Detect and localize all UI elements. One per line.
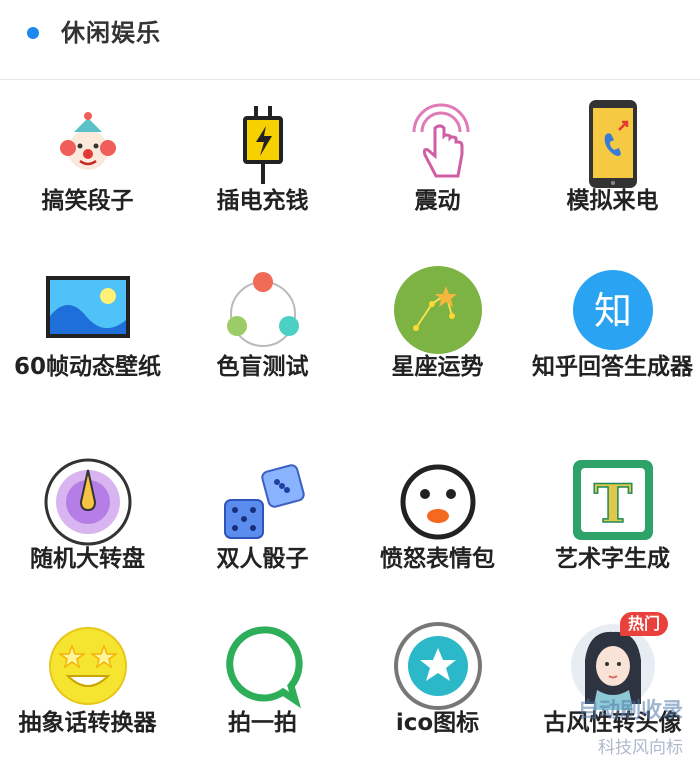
tile-label: 双人骰子 xyxy=(216,546,309,572)
tile-label: 色盲测试 xyxy=(216,354,309,380)
tile-label: 60帧动态壁纸 xyxy=(13,354,161,380)
zhihu-icon: 知 xyxy=(567,264,659,356)
color-test-icon xyxy=(217,264,309,356)
tile-label: 星座运势 xyxy=(391,354,484,380)
zhihu-icon-text: 知 xyxy=(594,289,632,333)
watermark-line2: 科技风向标 xyxy=(598,738,683,758)
tile-wheel[interactable]: 随机大转盘 xyxy=(0,456,175,631)
tile-label: 插电充钱 xyxy=(216,188,309,214)
finger-tap-icon xyxy=(392,98,484,190)
tile-zhihu[interactable]: 知 知乎回答生成器 xyxy=(525,264,700,439)
tile-label: 抽象话转换器 xyxy=(18,710,157,736)
tile-angry[interactable]: 愤怒表情包 xyxy=(350,456,525,631)
tile-label: 随机大转盘 xyxy=(30,546,145,572)
tile-pat[interactable]: 拍一拍 xyxy=(175,620,350,759)
phone-call-icon xyxy=(567,98,659,190)
tile-dice[interactable]: 双人骰子 xyxy=(175,456,350,631)
dice-icon xyxy=(217,456,309,548)
star-eyes-emoji-icon xyxy=(42,620,134,712)
tile-label: 震动 xyxy=(414,188,461,214)
tile-label: 愤怒表情包 xyxy=(380,546,495,572)
section-dot-icon xyxy=(27,27,39,39)
angry-face-icon xyxy=(392,456,484,548)
art-text-icon-text: T xyxy=(594,474,633,535)
spinner-wheel-icon xyxy=(42,456,134,548)
tile-art-text[interactable]: T 艺术字生成 xyxy=(525,456,700,631)
tile-abstract-text[interactable]: 抽象话转换器 xyxy=(0,620,175,759)
tile-label: 艺术字生成 xyxy=(555,546,670,572)
tile-color-test[interactable]: 色盲测试 xyxy=(175,264,350,439)
watermark-line1: 自动刷收录 xyxy=(578,698,683,722)
plug-icon xyxy=(217,98,309,190)
star-badge-icon xyxy=(392,620,484,712)
tile-label: ico图标 xyxy=(395,710,480,736)
tile-label: 模拟来电 xyxy=(566,188,659,214)
tile-plug[interactable]: 插电充钱 xyxy=(175,98,350,273)
clown-icon xyxy=(42,98,134,190)
chat-bubble-icon xyxy=(217,620,309,712)
section-header: 休闲娱乐 xyxy=(0,0,700,80)
art-text-icon: T xyxy=(567,456,659,548)
tile-horoscope[interactable]: 星座运势 xyxy=(350,264,525,439)
section-title: 休闲娱乐 xyxy=(61,19,161,47)
tile-label: 知乎回答生成器 xyxy=(532,354,693,380)
tile-label: 搞笑段子 xyxy=(41,188,134,214)
hot-badge: 热门 xyxy=(620,612,669,636)
constellation-icon xyxy=(392,264,484,356)
wallpaper-icon xyxy=(42,264,134,356)
tile-ico[interactable]: ico图标 xyxy=(350,620,525,759)
tile-label: 拍一拍 xyxy=(228,710,297,736)
tile-wallpaper[interactable]: 60帧动态壁纸 xyxy=(0,264,175,439)
tile-fake-call[interactable]: 模拟来电 xyxy=(525,98,700,273)
tile-joke[interactable]: 搞笑段子 xyxy=(0,98,175,273)
tile-vibrate[interactable]: 震动 xyxy=(350,98,525,273)
